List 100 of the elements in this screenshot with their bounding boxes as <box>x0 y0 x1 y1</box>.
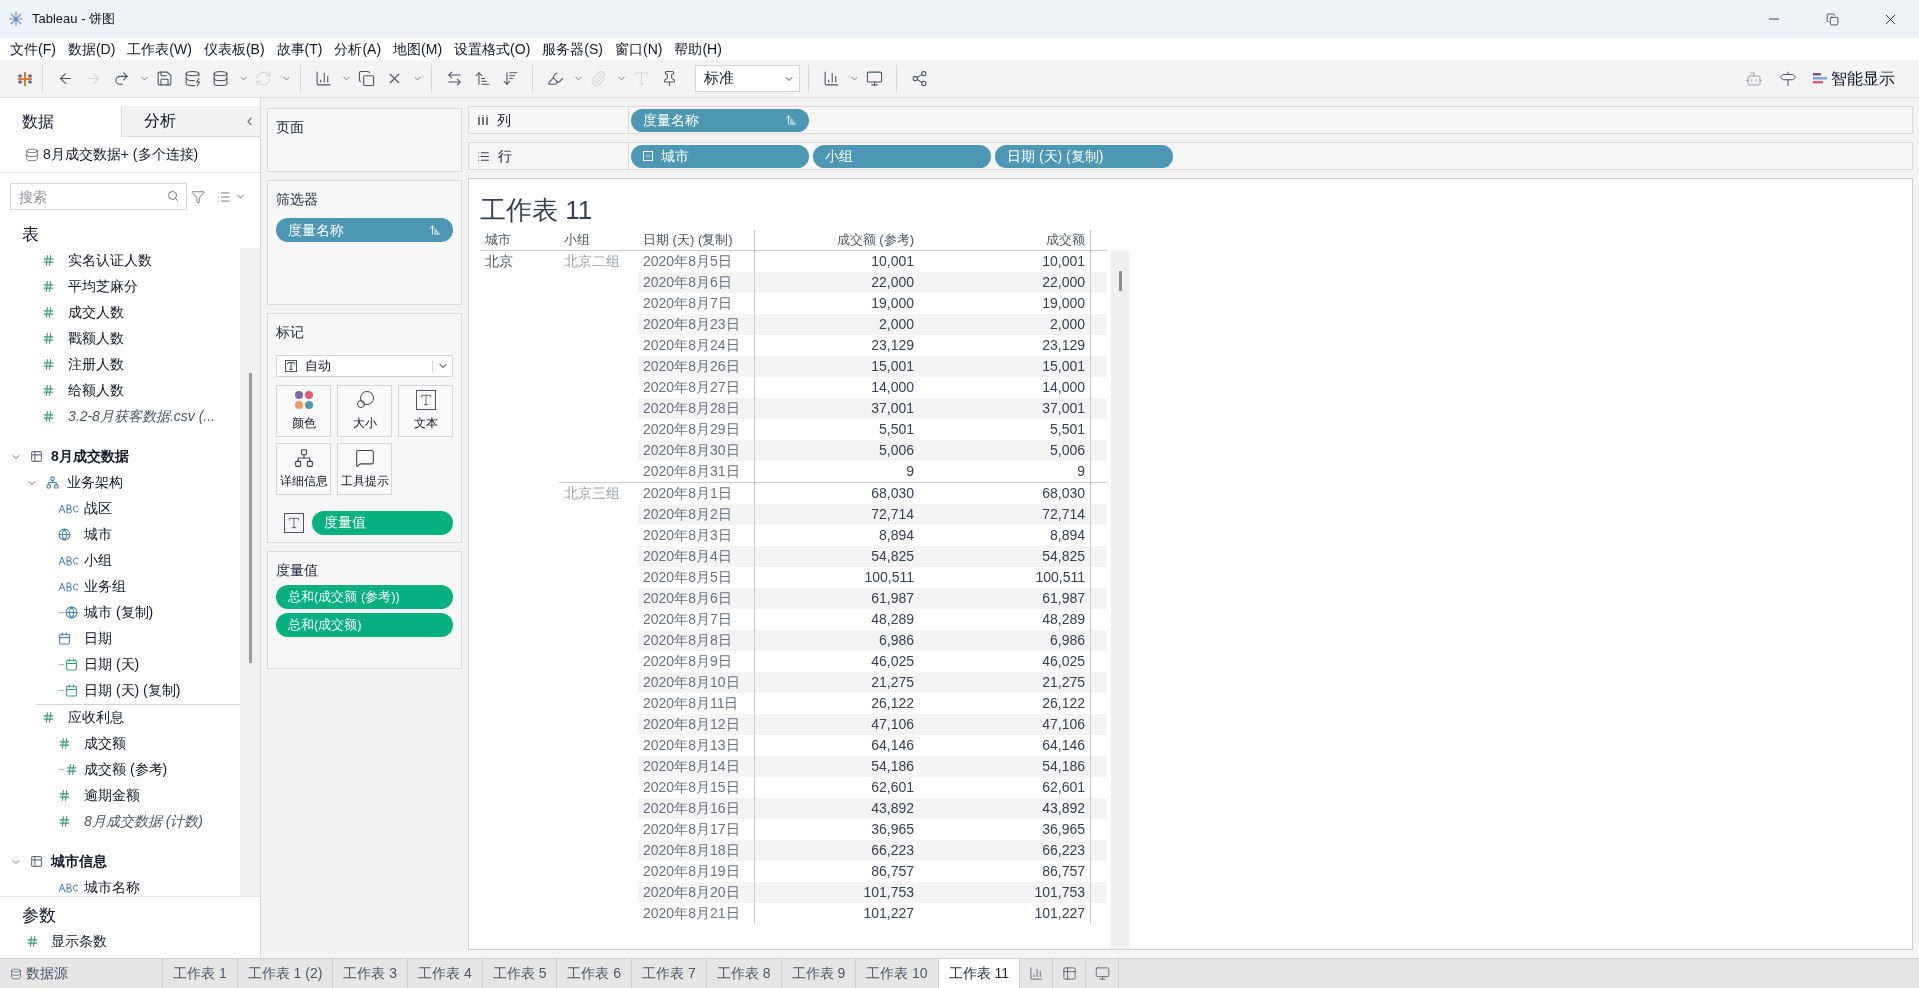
calculated-globe-icon <box>58 606 78 619</box>
menu-item[interactable]: 工作表(W) <box>121 38 198 60</box>
field-name[interactable]: 日期 <box>84 628 112 649</box>
field-name[interactable]: 城市 <box>84 524 112 545</box>
date-cell-text: 2020年8月3日 <box>642 526 733 545</box>
sheet-tab[interactable]: 工作表 8 <box>706 959 782 988</box>
field-name[interactable]: 应收利息 <box>68 707 124 728</box>
date-cell-text: 2020年8月11日 <box>642 694 740 713</box>
field-name[interactable]: 城市 (复制) <box>84 602 154 623</box>
column-header[interactable]: 城市 <box>480 230 559 250</box>
menu-item[interactable]: 设置格式(O) <box>448 38 537 60</box>
sheet-tab[interactable]: 工作表 3 <box>333 959 409 988</box>
parameter-name[interactable]: 显示条数 <box>51 930 107 952</box>
field-name[interactable]: 城市名称 <box>84 877 140 896</box>
field-name[interactable]: 成交额 <box>84 733 126 754</box>
view-options-icon[interactable] <box>217 189 231 204</box>
menu-item[interactable]: 故事(T) <box>270 38 329 60</box>
table-cell: 101,227 <box>919 903 1091 924</box>
field-name[interactable]: 日期 (天) <box>84 654 140 675</box>
table-cell: 9 <box>754 461 919 482</box>
sheet-tab[interactable]: 工作表 11 <box>938 959 1021 988</box>
field-name[interactable]: 成交额 (参考) <box>84 759 168 780</box>
menu-item[interactable]: 文件(F) <box>4 38 62 60</box>
data-source-icon <box>25 147 39 162</box>
column-header[interactable]: 成交额 (参考) <box>754 230 919 250</box>
pane-tab[interactable]: 分析 <box>121 106 243 137</box>
marks-property-button[interactable]: 工具提示 <box>337 442 392 495</box>
field-name[interactable]: 平均芝麻分 <box>68 276 138 297</box>
column-header[interactable]: 小组 <box>559 230 638 250</box>
scrollbar[interactable] <box>240 247 260 896</box>
measure-icon <box>58 789 71 802</box>
row-header: 北京三组 <box>563 484 621 503</box>
size-circles-icon <box>354 389 375 410</box>
menu-item[interactable]: 仪表板(B) <box>197 38 271 60</box>
restore-icon[interactable] <box>1825 12 1839 26</box>
calculated-measure-icon <box>58 763 78 776</box>
menu-item[interactable]: 地图(M) <box>387 38 449 60</box>
measure-icon <box>42 410 55 423</box>
sheet-tab[interactable]: 工作表 9 <box>781 959 857 988</box>
marks-property-button[interactable]: 大小 <box>337 384 392 437</box>
color-dots-icon <box>293 389 314 410</box>
sheet-tab[interactable]: 工作表 10 <box>856 959 939 988</box>
table-name[interactable]: 城市信息 <box>51 851 107 872</box>
mark-type-dropdown[interactable]: 自动 <box>276 355 453 377</box>
string-type-icon <box>58 555 80 566</box>
filter-icon[interactable] <box>191 189 205 204</box>
data-source-name[interactable]: 8月成交数据+ (多个连接) <box>43 144 199 165</box>
menu-item[interactable]: 窗口(N) <box>609 38 669 60</box>
shelf-label: 行 <box>498 146 512 166</box>
hierarchy-name[interactable]: 业务架构 <box>67 472 123 493</box>
menu-item[interactable]: 分析(A) <box>328 38 388 60</box>
scrollbar[interactable] <box>1111 251 1129 949</box>
menu-item[interactable]: 帮助(H) <box>668 38 728 60</box>
table-cell: 22,000 <box>754 272 919 293</box>
table-cell: 15,001 <box>754 356 919 377</box>
date-cell-text: 2020年8月9日 <box>642 652 733 671</box>
field-name[interactable]: 小组 <box>84 550 112 571</box>
field-name[interactable]: 战区 <box>84 498 112 519</box>
field-name[interactable]: 3.2-8月获客数据.csv (... <box>68 406 216 427</box>
card-title: 筛选器 <box>276 190 319 209</box>
date-cell-text: 2020年8月2日 <box>642 505 733 524</box>
date-cell-text: 2020年8月15日 <box>642 778 741 797</box>
field-name[interactable]: 成交人数 <box>68 302 124 323</box>
field-name[interactable]: 8月成交数据 (计数) <box>84 811 203 832</box>
date-cell-text: 2020年8月27日 <box>642 378 741 397</box>
sheet-tab[interactable]: 工作表 1 (2) <box>237 959 334 988</box>
table-cell: 101,753 <box>754 882 919 903</box>
column-header[interactable]: 日期 (天) (复制) <box>638 230 754 250</box>
field-name[interactable]: 注册人数 <box>68 354 124 375</box>
field-name[interactable]: 戳额人数 <box>68 328 124 349</box>
table-cell: 101,753 <box>919 882 1091 903</box>
field-name[interactable]: 日期 (天) (复制) <box>84 680 181 701</box>
sheet-tab[interactable]: 工作表 6 <box>557 959 633 988</box>
sheet-tab[interactable]: 工作表 5 <box>482 959 558 988</box>
signpost-icon[interactable] <box>1779 69 1797 88</box>
marks-property-button[interactable]: 详细信息 <box>276 442 331 495</box>
table-cell: 6,986 <box>754 630 919 651</box>
menu-item[interactable]: 数据(D) <box>61 38 122 60</box>
data-source-icon <box>10 967 22 980</box>
field-name[interactable]: 给额人数 <box>68 380 124 401</box>
fit-dropdown[interactable]: 标准 <box>695 65 800 92</box>
globe-icon <box>58 528 71 541</box>
robot-icon[interactable] <box>1745 69 1763 88</box>
show-me-icon <box>1813 71 1827 86</box>
section-heading: 表 <box>21 224 40 246</box>
show-me-button[interactable]: 智能显示 <box>1813 66 1903 91</box>
field-name[interactable]: 实名认证人数 <box>68 250 152 271</box>
table-name[interactable]: 8月成交数据 <box>51 446 129 467</box>
field-name[interactable]: 逾期金额 <box>84 785 140 806</box>
field-name[interactable]: 业务组 <box>84 576 126 597</box>
table-cell: 54,186 <box>919 756 1091 777</box>
sheet-tab[interactable]: 工作表 4 <box>408 959 483 988</box>
column-header[interactable]: 成交额 <box>919 230 1091 250</box>
sheet-tab[interactable]: 数据源 <box>0 959 163 988</box>
menu-item[interactable]: 服务器(S) <box>536 38 609 60</box>
sheet-tab[interactable]: 工作表 7 <box>632 959 707 988</box>
search-field[interactable]: 搜索 <box>10 183 187 210</box>
marks-property-button[interactable]: 文本 <box>398 384 453 437</box>
marks-property-button[interactable]: 颜色 <box>276 384 331 437</box>
sheet-tab[interactable]: 工作表 1 <box>163 959 238 988</box>
